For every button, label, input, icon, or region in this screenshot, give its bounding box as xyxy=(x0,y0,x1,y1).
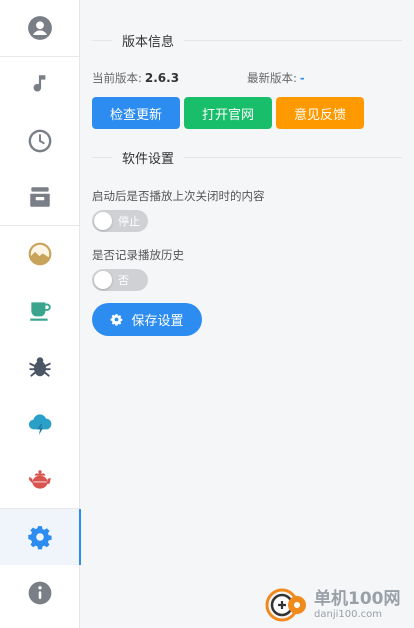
sidebar-item-landscape[interactable] xyxy=(0,226,80,283)
divider xyxy=(92,39,112,41)
sidebar-item-inbox[interactable] xyxy=(0,170,80,226)
info-icon xyxy=(28,581,52,605)
watermark: 单机100网 danji100.com xyxy=(264,585,401,625)
clock-icon xyxy=(28,129,52,153)
gear-icon xyxy=(28,525,52,550)
latest-version-value: - xyxy=(299,71,305,85)
sidebar-item-about[interactable] xyxy=(0,565,80,622)
sidebar-item-cloud[interactable] xyxy=(0,396,80,453)
resume-playback-toggle-text: 停止 xyxy=(118,215,140,228)
record-history-toggle-text: 否 xyxy=(118,274,129,287)
version-info-row: 当前版本: 2.6.3 最新版本: - xyxy=(92,70,402,86)
coffee-cup-icon xyxy=(30,302,51,321)
latest-version-label: 最新版本: xyxy=(247,71,297,85)
version-section-header: 版本信息 xyxy=(92,30,402,50)
settings-section-title: 软件设置 xyxy=(122,151,175,167)
sidebar xyxy=(0,0,81,628)
gear-icon xyxy=(111,314,123,326)
settings-panel: 版本信息 当前版本: 2.6.3 最新版本: - 检查更新 打开官网 意见反馈 软件… xyxy=(81,0,414,628)
current-version-value: 2.6.3 xyxy=(144,71,180,85)
user-circle-icon xyxy=(28,15,52,40)
resume-playback-toggle[interactable]: 停止 xyxy=(92,210,148,232)
watermark-logo-icon xyxy=(264,585,308,625)
resume-playback-label: 启动后是否播放上次关闭时的内容 xyxy=(92,189,265,203)
music-note-icon xyxy=(33,75,46,92)
sidebar-item-settings[interactable] xyxy=(0,508,81,565)
sidebar-item-music[interactable] xyxy=(0,57,80,114)
current-version-label: 当前版本: xyxy=(92,71,142,85)
landscape-icon xyxy=(28,242,52,266)
divider xyxy=(184,156,402,158)
watermark-text: 单机100网 danji100.com xyxy=(314,590,401,620)
sidebar-item-coffee[interactable] xyxy=(0,283,80,340)
cloud-bolt-icon xyxy=(28,414,52,435)
inbox-tray-icon xyxy=(30,187,50,207)
watermark-title: 单机100网 xyxy=(314,589,401,610)
settings-section-header: 软件设置 xyxy=(92,147,402,167)
watermark-url: danji100.com xyxy=(314,608,382,620)
sidebar-item-teapot[interactable] xyxy=(0,452,80,509)
feedback-button[interactable]: 意见反馈 xyxy=(276,97,364,129)
toggle-knob xyxy=(94,212,112,230)
sidebar-item-bug[interactable] xyxy=(0,339,80,396)
toggle-knob xyxy=(94,271,112,289)
divider xyxy=(92,156,112,158)
version-section-title: 版本信息 xyxy=(122,34,175,50)
version-actions: 检查更新 打开官网 意见反馈 xyxy=(92,97,364,129)
save-settings-label: 保存设置 xyxy=(131,314,184,329)
sidebar-item-clock[interactable] xyxy=(0,113,80,170)
check-update-button[interactable]: 检查更新 xyxy=(92,97,180,129)
record-history-toggle[interactable]: 否 xyxy=(92,269,148,291)
record-history-label: 是否记录播放历史 xyxy=(92,248,184,262)
teapot-icon xyxy=(29,470,51,489)
divider xyxy=(184,39,402,41)
current-version: 当前版本: 2.6.3 xyxy=(92,70,247,86)
bug-icon xyxy=(29,357,51,377)
save-settings-button[interactable]: 保存设置 xyxy=(92,303,202,336)
latest-version: 最新版本: - xyxy=(247,70,305,86)
open-website-button[interactable]: 打开官网 xyxy=(184,97,272,129)
sidebar-item-user[interactable] xyxy=(0,0,80,57)
